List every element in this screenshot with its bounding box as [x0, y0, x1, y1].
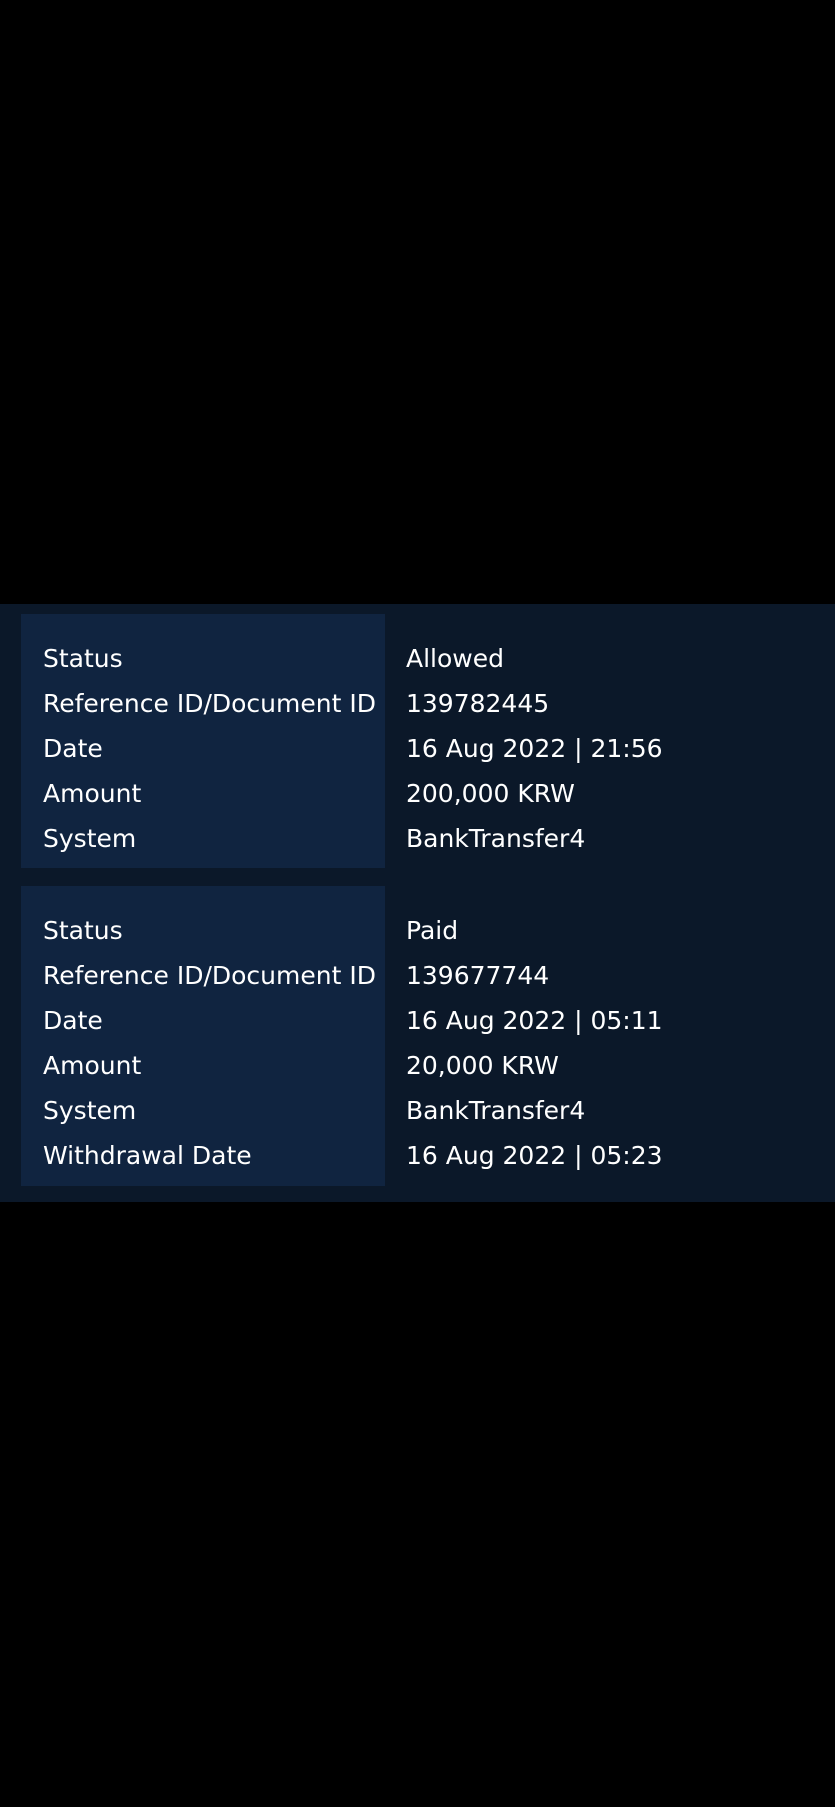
system-label: System [43, 824, 137, 853]
date-label: Date [43, 734, 103, 763]
date-value: 16 Aug 2022 | 21:56 [406, 734, 663, 763]
amount-value: 200,000 KRW [406, 779, 575, 808]
transaction-history-panel: Status Allowed Reference ID/Document ID … [0, 604, 835, 1202]
reference-id-label: Reference ID/Document ID [43, 961, 376, 990]
date-value: 16 Aug 2022 | 05:11 [406, 1006, 663, 1035]
transaction-card: Status Paid Reference ID/Document ID 139… [0, 886, 835, 1186]
reference-id-row: Reference ID/Document ID 139782445 [0, 681, 835, 726]
system-row: System BankTransfer4 [0, 816, 835, 861]
system-value: BankTransfer4 [406, 824, 586, 853]
status-row: Status Paid [0, 908, 835, 953]
screen: { "transactions": [ { "rows": [ {"label"… [0, 0, 835, 1807]
system-row: System BankTransfer4 [0, 1088, 835, 1133]
transaction-card: Status Allowed Reference ID/Document ID … [0, 614, 835, 868]
reference-id-value: 139677744 [406, 961, 550, 990]
system-label: System [43, 1096, 137, 1125]
status-label: Status [43, 916, 123, 945]
date-label: Date [43, 1006, 103, 1035]
status-value: Allowed [406, 644, 504, 673]
withdrawal-date-label: Withdrawal Date [43, 1141, 252, 1170]
date-row: Date 16 Aug 2022 | 21:56 [0, 726, 835, 771]
date-row: Date 16 Aug 2022 | 05:11 [0, 998, 835, 1043]
amount-row: Amount 200,000 KRW [0, 771, 835, 816]
system-value: BankTransfer4 [406, 1096, 586, 1125]
amount-label: Amount [43, 779, 142, 808]
reference-id-label: Reference ID/Document ID [43, 689, 376, 718]
status-label: Status [43, 644, 123, 673]
status-value: Paid [406, 916, 459, 945]
reference-id-value: 139782445 [406, 689, 550, 718]
withdrawal-date-row: Withdrawal Date 16 Aug 2022 | 05:23 [0, 1133, 835, 1178]
amount-value: 20,000 KRW [406, 1051, 559, 1080]
status-row: Status Allowed [0, 636, 835, 681]
amount-label: Amount [43, 1051, 142, 1080]
reference-id-row: Reference ID/Document ID 139677744 [0, 953, 835, 998]
withdrawal-date-value: 16 Aug 2022 | 05:23 [406, 1141, 663, 1170]
amount-row: Amount 20,000 KRW [0, 1043, 835, 1088]
